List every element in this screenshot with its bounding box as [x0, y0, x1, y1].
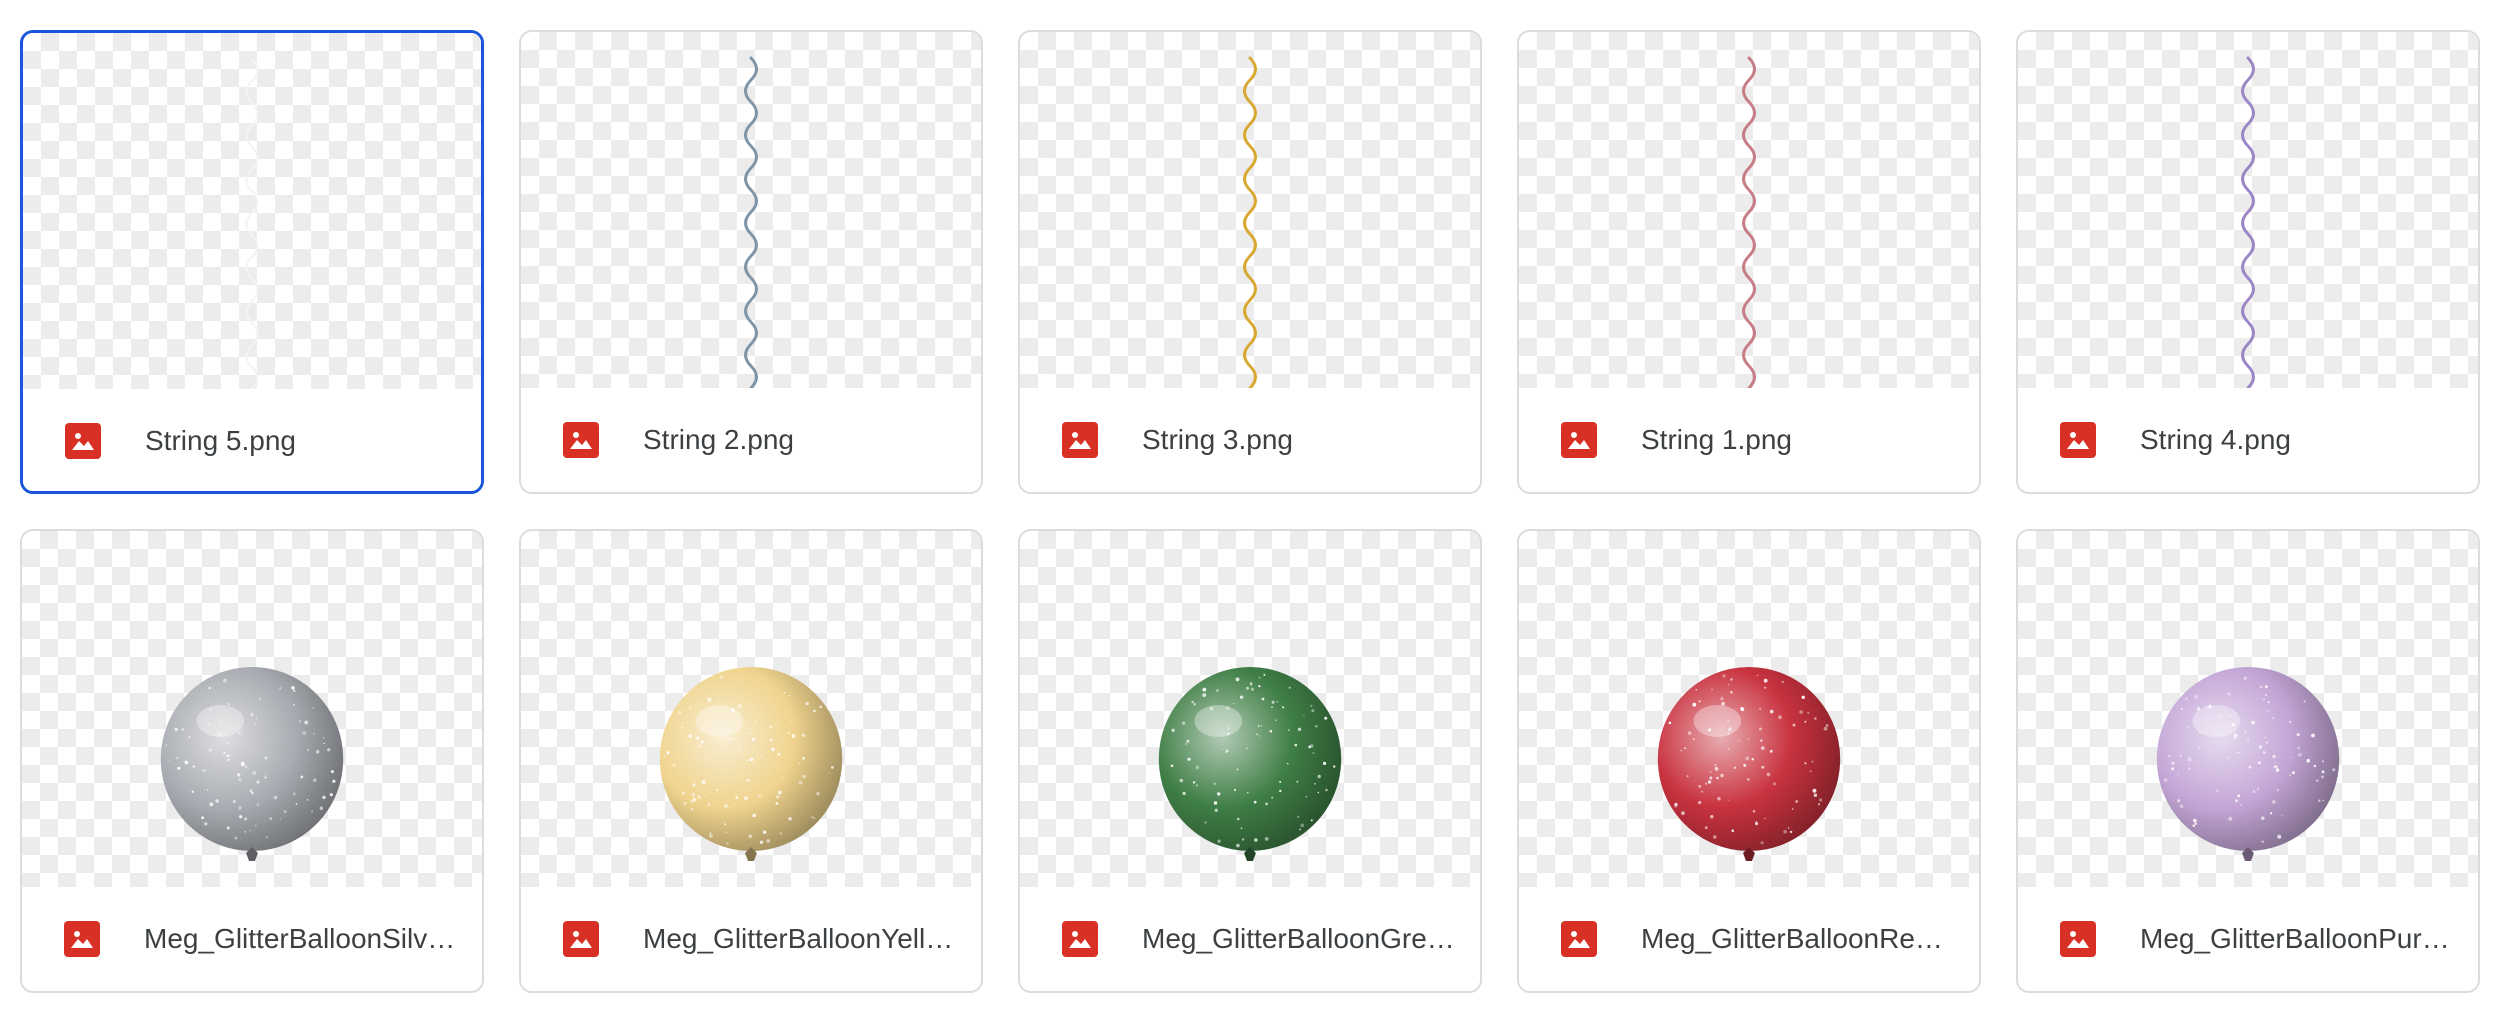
balloon-image — [2156, 667, 2340, 861]
file-name: Meg_GlitterBalloonYell… — [643, 923, 954, 954]
file-grid: String 5.png String 2.png String 3.png S… — [0, 0, 2506, 1012]
file-card[interactable]: String 4.png — [2016, 30, 2480, 494]
file-caption: Meg_GlitterBalloonRed… — [1519, 887, 1979, 991]
file-caption: Meg_GlitterBalloonPur… — [2018, 887, 2478, 991]
balloon-image — [1158, 667, 1342, 861]
image-file-icon — [1062, 422, 1098, 458]
file-name: String 4.png — [2140, 424, 2291, 455]
file-caption: String 1.png — [1519, 388, 1979, 492]
file-name: String 1.png — [1641, 424, 1792, 455]
file-card[interactable]: Meg_GlitterBalloonYell… — [519, 529, 983, 993]
file-thumbnail — [2018, 531, 2478, 887]
file-card[interactable]: String 1.png — [1517, 30, 1981, 494]
file-thumbnail — [521, 531, 981, 887]
file-caption: Meg_GlitterBalloonYell… — [521, 887, 981, 991]
file-name: String 5.png — [145, 425, 296, 456]
file-caption: String 2.png — [521, 388, 981, 492]
file-name: String 2.png — [643, 424, 794, 455]
file-caption: String 3.png — [1020, 388, 1480, 492]
image-file-icon — [1062, 921, 1098, 957]
image-file-icon — [563, 921, 599, 957]
string-image — [2241, 56, 2255, 388]
file-caption: String 4.png — [2018, 388, 2478, 492]
file-name: Meg_GlitterBalloonPur… — [2140, 923, 2450, 954]
file-card[interactable]: String 2.png — [519, 30, 983, 494]
image-file-icon — [2060, 921, 2096, 957]
file-caption: String 5.png — [23, 389, 481, 491]
file-name: Meg_GlitterBalloonSilv… — [144, 923, 456, 954]
file-card[interactable]: Meg_GlitterBalloonSilv… — [20, 529, 484, 993]
file-name: String 3.png — [1142, 424, 1293, 455]
file-thumbnail — [1020, 32, 1480, 388]
balloon-image — [1657, 667, 1841, 861]
file-card[interactable]: Meg_GlitterBalloonRed… — [1517, 529, 1981, 993]
image-file-icon — [65, 423, 101, 459]
image-file-icon — [1561, 422, 1597, 458]
file-thumbnail — [1020, 531, 1480, 887]
string-image — [1742, 56, 1756, 388]
balloon-image — [160, 667, 344, 861]
file-thumbnail — [22, 531, 482, 887]
file-name: Meg_GlitterBalloonRed… — [1641, 923, 1957, 954]
file-card[interactable]: String 3.png — [1018, 30, 1482, 494]
image-file-icon — [563, 422, 599, 458]
string-image — [245, 58, 259, 389]
balloon-image — [659, 667, 843, 861]
file-thumbnail — [23, 33, 481, 389]
image-file-icon — [2060, 422, 2096, 458]
image-file-icon — [1561, 921, 1597, 957]
file-thumbnail — [521, 32, 981, 388]
string-image — [1243, 56, 1257, 388]
string-image — [744, 56, 758, 388]
file-name: Meg_GlitterBalloonGre… — [1142, 923, 1455, 954]
file-thumbnail — [2018, 32, 2478, 388]
file-card[interactable]: String 5.png — [20, 30, 484, 494]
file-thumbnail — [1519, 531, 1979, 887]
file-caption: Meg_GlitterBalloonSilv… — [22, 887, 482, 991]
file-caption: Meg_GlitterBalloonGre… — [1020, 887, 1480, 991]
file-card[interactable]: Meg_GlitterBalloonPur… — [2016, 529, 2480, 993]
image-file-icon — [64, 921, 100, 957]
file-card[interactable]: Meg_GlitterBalloonGre… — [1018, 529, 1482, 993]
file-thumbnail — [1519, 32, 1979, 388]
